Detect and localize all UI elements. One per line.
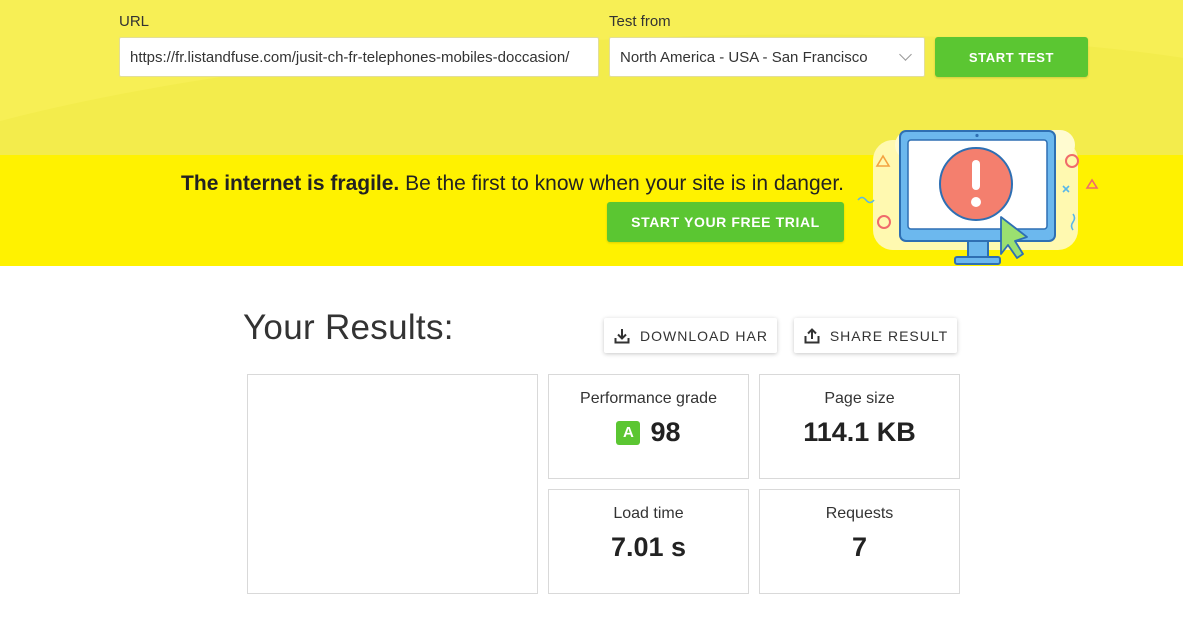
load-time-card: Load time 7.01 s [548,489,749,594]
grade-badge: A [616,420,641,445]
share-result-button[interactable]: SHARE RESULT [794,318,957,353]
download-har-button[interactable]: DOWNLOAD HAR [604,318,777,353]
load-time-label: Load time [613,505,684,522]
page-size-value: 114.1 KB [803,417,916,447]
start-free-trial-button[interactable]: START YOUR FREE TRIAL [607,202,844,242]
download-har-label: DOWNLOAD HAR [640,327,768,344]
promo-message: The internet is fragile. Be the first to… [181,172,844,196]
page-screenshot-thumbnail [247,374,538,594]
test-from-label: Test from [609,13,671,30]
performance-grade-label: Performance grade [580,390,717,407]
requests-card: Requests 7 [759,489,960,594]
download-icon [614,328,630,343]
performance-grade-value: A 98 [549,417,748,448]
performance-score: 98 [650,417,681,447]
requests-value: 7 [851,532,868,562]
page-size-card: Page size 114.1 KB [759,374,960,479]
requests-label: Requests [825,505,894,522]
url-input[interactable] [119,37,599,77]
test-location-value: North America - USA - San Francisco [620,48,868,66]
promo-subtext: Be the first to know when your site is i… [399,172,844,195]
monitor-alert-icon [857,130,1099,265]
promo-headline: The internet is fragile. [181,172,400,195]
url-label: URL [119,13,150,30]
share-result-label: SHARE RESULT [829,327,949,344]
chevron-down-icon [899,48,912,61]
test-location-select[interactable]: North America - USA - San Francisco [609,37,925,77]
load-time-value: 7.01 s [610,532,687,562]
start-test-button[interactable]: START TEST [935,37,1088,77]
performance-grade-card: Performance grade A 98 [548,374,749,479]
share-icon [804,327,820,343]
page-size-label: Page size [824,390,895,407]
results-title: Your Results: [243,308,454,347]
